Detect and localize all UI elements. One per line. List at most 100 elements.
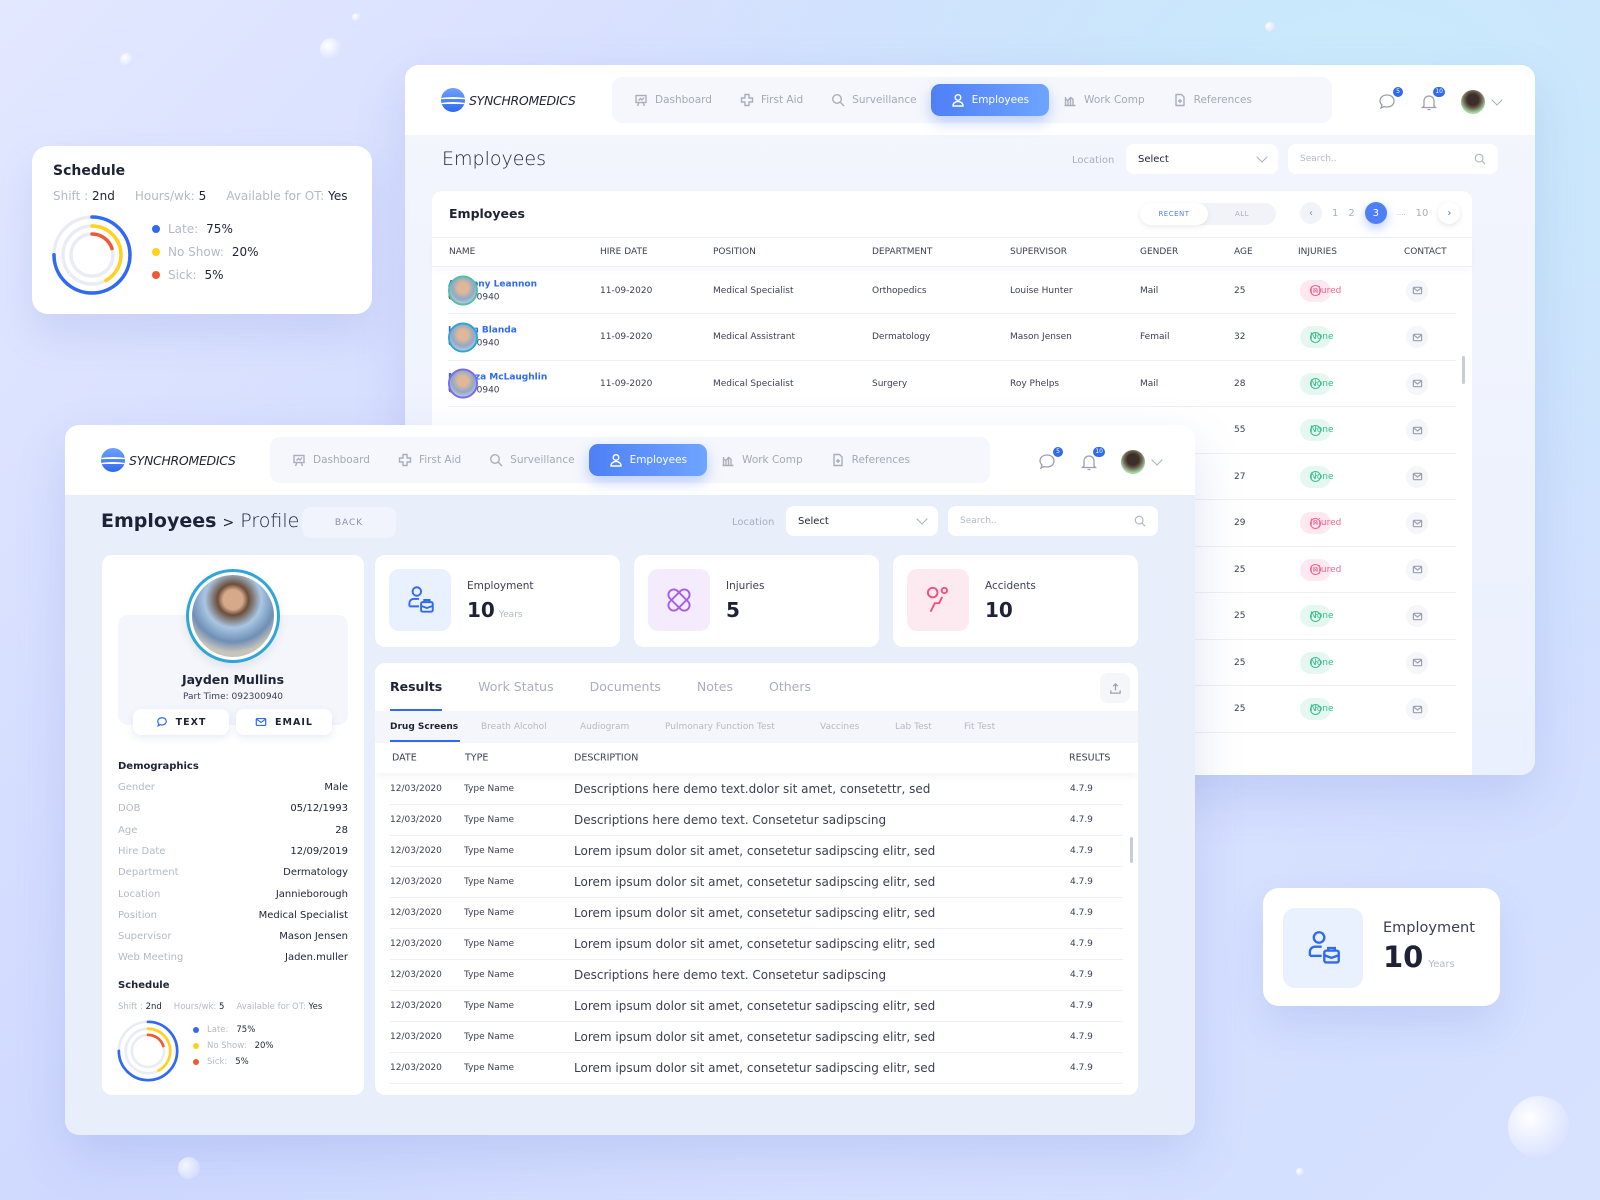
notifications-button[interactable]: 10: [1079, 447, 1105, 472]
email-button[interactable]: [1406, 326, 1428, 348]
email-button[interactable]: [1406, 465, 1428, 488]
subtab-pulmonary-function-test[interactable]: Pulmonary Function Test: [665, 722, 775, 732]
nav-item-employees[interactable]: Employees: [588, 444, 708, 476]
bandage-icon: [667, 588, 691, 612]
presentation-chart-icon: [635, 94, 647, 107]
location-select[interactable]: Select: [786, 506, 938, 536]
next-page-button[interactable]: ›: [1438, 202, 1461, 224]
column-header-description[interactable]: DESCRIPTION: [574, 753, 638, 764]
result-type: Type Name: [464, 970, 515, 980]
column-header-name[interactable]: NAME: [449, 247, 475, 257]
nav-item-work-comp[interactable]: Work Comp: [707, 444, 817, 476]
email-button[interactable]: [1406, 605, 1428, 627]
results-scrollbar[interactable]: [1130, 837, 1133, 863]
nav-item-work-comp[interactable]: Work Comp: [1049, 84, 1159, 116]
notifications-button[interactable]: 10: [1419, 87, 1445, 112]
search-input[interactable]: Search..: [948, 506, 1158, 536]
nav-item-surveillance[interactable]: Surveillance: [475, 444, 588, 476]
column-header-type[interactable]: TYPE: [465, 753, 488, 764]
email-button[interactable]: [1406, 279, 1428, 302]
tab-others[interactable]: Others: [769, 679, 811, 694]
tab-documents[interactable]: Documents: [590, 679, 661, 694]
column-header-supervisor[interactable]: SUPERVISOR: [1010, 247, 1067, 257]
subtab-lab-test[interactable]: Lab Test: [895, 722, 932, 732]
subtab-drug-screens[interactable]: Drug Screens: [390, 722, 461, 742]
tab-work-status[interactable]: Work Status: [478, 679, 553, 694]
table-row[interactable]: Leann Blanda092300940 11-09-2020 Medical A…: [448, 315, 1456, 361]
subtab-fit-test[interactable]: Fit Test: [964, 722, 995, 732]
breadcrumb-employees[interactable]: Employees: [101, 510, 216, 532]
result-row[interactable]: 12/03/2020 Type Name Descriptions here dem…: [390, 805, 1123, 836]
back-button[interactable]: BACK: [302, 507, 396, 538]
tab-notes[interactable]: Notes: [697, 679, 733, 694]
table-row[interactable]: Maritza McLaughlin092300940 11-09-2020 Med…: [448, 361, 1456, 407]
email-button[interactable]: [1406, 558, 1428, 581]
tab-results[interactable]: Results: [390, 679, 443, 711]
age: 25: [1234, 704, 1246, 714]
email-button[interactable]: [1406, 419, 1428, 441]
employment-value-wrap: 10 Years: [1383, 940, 1455, 974]
nav-item-employees[interactable]: Employees: [930, 84, 1050, 116]
nav-item-first-aid[interactable]: First Aid: [384, 444, 475, 476]
messages-button[interactable]: 5: [1377, 87, 1403, 112]
result-row[interactable]: 12/03/2020 Type Name Lorem ipsum dolor sit…: [390, 1053, 1123, 1084]
search-input[interactable]: Search..: [1288, 144, 1498, 174]
result-row[interactable]: 12/03/2020 Type Name Descriptions here dem…: [390, 774, 1123, 805]
toggle-all[interactable]: ALL: [1208, 203, 1276, 225]
result-row[interactable]: 12/03/2020 Type Name Lorem ipsum dolor sit…: [390, 867, 1123, 898]
schedule-legend: Late: 75% No Show: 20% Sick: 5%: [193, 1025, 274, 1067]
text-button[interactable]: TEXT: [133, 709, 229, 735]
result-row[interactable]: 12/03/2020 Type Name Lorem ipsum dolor sit…: [390, 929, 1123, 960]
page-title: Employees: [442, 148, 546, 170]
subtab-vaccines[interactable]: Vaccines: [820, 722, 859, 732]
page-1[interactable]: 1: [1332, 208, 1338, 219]
prev-page-button[interactable]: ‹: [1300, 202, 1322, 224]
result-row[interactable]: 12/03/2020 Type Name Lorem ipsum dolor sit…: [390, 836, 1123, 867]
column-header-contact[interactable]: CONTACT: [1404, 247, 1447, 257]
email-button[interactable]: [1406, 372, 1428, 395]
result-type: Type Name: [464, 908, 515, 918]
result-date: 12/03/2020: [390, 908, 442, 918]
nav-item-dashboard[interactable]: Dashboard: [278, 444, 384, 476]
nav-item-references[interactable]: References: [1159, 84, 1266, 116]
result-row[interactable]: 12/03/2020 Type Name Lorem ipsum dolor sit…: [390, 1022, 1123, 1053]
column-header-hire-date[interactable]: HIRE DATE: [600, 247, 648, 257]
column-header-department[interactable]: DEPARTMENT: [872, 247, 932, 257]
nav-item-references[interactable]: References: [817, 444, 924, 476]
result-row[interactable]: 12/03/2020 Type Name Lorem ipsum dolor sit…: [390, 898, 1123, 929]
nav-item-surveillance[interactable]: Surveillance: [817, 84, 930, 116]
email-button[interactable]: EMAIL: [236, 709, 332, 735]
brand-logo[interactable]: SYNCHROMEDICS: [441, 88, 576, 112]
column-header-position[interactable]: POSITION: [713, 247, 756, 257]
email-button[interactable]: [1406, 698, 1428, 720]
subtab-audiogram[interactable]: Audiogram: [580, 722, 629, 732]
table-row[interactable]: Anthony Leannon092300940 11-09-2020 Medica…: [448, 268, 1456, 314]
export-button[interactable]: [1100, 673, 1130, 703]
page-current[interactable]: 3: [1364, 202, 1387, 224]
column-header-results[interactable]: RESULTS: [1069, 753, 1110, 764]
email-button[interactable]: [1406, 512, 1428, 534]
nav-item-first-aid[interactable]: First Aid: [726, 84, 817, 116]
email-button[interactable]: [1406, 651, 1428, 674]
location-select[interactable]: Select: [1126, 144, 1278, 174]
table-scrollbar[interactable]: [1462, 356, 1465, 384]
column-header-age[interactable]: AGE: [1234, 247, 1253, 257]
brand-logo[interactable]: SYNCHROMEDICS: [101, 448, 236, 472]
result-row[interactable]: 12/03/2020 Type Name Lorem ipsum dolor sit…: [390, 991, 1123, 1022]
demographic-value: Mason Jensen: [279, 931, 348, 943]
column-header-injuries[interactable]: INJURIES: [1298, 247, 1337, 257]
user-menu[interactable]: [1121, 450, 1163, 474]
nav-item-dashboard[interactable]: Dashboard: [620, 84, 726, 116]
search-icon: [490, 453, 503, 467]
column-header-gender[interactable]: GENDER: [1140, 247, 1178, 257]
subtab-breath-alcohol[interactable]: Breath Alcohol: [481, 722, 547, 732]
toggle-recent[interactable]: RECENT: [1140, 203, 1208, 225]
page-2[interactable]: 2: [1348, 208, 1354, 219]
page-last[interactable]: 10: [1416, 208, 1429, 219]
result-row[interactable]: 12/03/2020 Type Name Descriptions here dem…: [390, 960, 1123, 991]
legend-label: No Show:: [207, 1041, 247, 1051]
column-header-date[interactable]: DATE: [392, 753, 417, 764]
messages-button[interactable]: 5: [1037, 447, 1063, 472]
employee-avatar: [448, 322, 478, 352]
user-menu[interactable]: [1461, 90, 1503, 114]
